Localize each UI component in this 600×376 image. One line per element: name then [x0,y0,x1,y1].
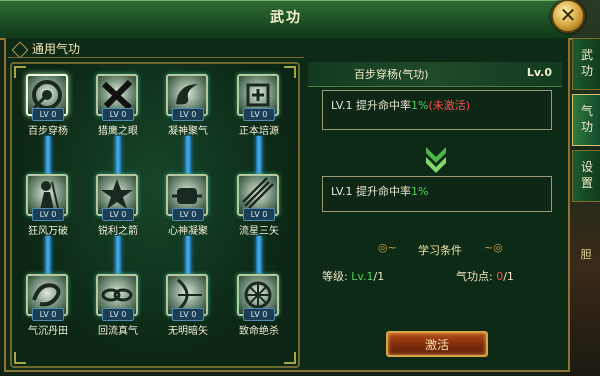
skill-name: 狂风万破 [28,226,68,237]
skill-slot-3[interactable]: LV 0 正本培源 [226,74,292,144]
close-button[interactable]: ✕ [551,0,585,33]
inactive-status: (未激活) [428,99,471,112]
level-requirement: 等级: Lv.1/1 [322,268,384,284]
skill-name: 百步穿杨 [28,126,68,137]
skill-name: 锐利之箭 [98,226,138,237]
skill-slot-1[interactable]: LV 0 猎鹰之眼 [85,74,151,144]
skill-level: LV 0 [102,208,134,221]
skill-slot-5[interactable]: LV 0 锐利之箭 [85,174,151,244]
level-req-value: Lv.1 [351,270,374,283]
close-icon: ✕ [559,3,577,27]
skill-slot-7[interactable]: LV 0 流星三矢 [226,174,292,244]
points-total: /1 [503,270,514,283]
skill-name: 正本培源 [239,126,279,137]
skill-level: LV 0 [32,108,64,121]
skill-slot-9[interactable]: LV 0 回流真气 [85,274,151,344]
upgrade-arrow-icon [426,147,446,173]
skill-level: LV 0 [102,308,134,321]
level-req-total: /1 [373,270,385,283]
game-window: 武功 ✕ 通用气功 LV 0 百步穿杨 LV 0 猎鹰之眼 LV 0 凝神聚气 … [0,0,600,376]
skill-level: LV 0 [172,308,204,321]
level-req-label: 等级: [322,270,348,283]
skill-slot-8[interactable]: LV 0 气沉丹田 [15,274,81,344]
effect-prefix: LV.1 提升命中率 [331,99,412,112]
swirl-ornament-icon: ~◎ [484,241,503,254]
detail-level: Lv.0 [526,66,552,79]
activate-button[interactable]: 激活 [386,331,488,357]
skill-name: 无明暗矢 [168,326,208,337]
tab-settings[interactable]: 设置 [572,150,600,202]
skill-name: 气沉丹田 [28,326,68,337]
tab-label: 气功 [580,104,593,134]
points-label: 气功点: [456,270,493,283]
section-header: 通用气功 [10,40,300,58]
side-decoration: 胆 [572,246,600,296]
points-requirement: 气功点: 0/1 [456,268,514,284]
skill-level: LV 0 [32,208,64,221]
section-title: 通用气功 [32,42,81,56]
skill-name: 猎鹰之眼 [98,126,138,137]
skill-level: LV 0 [243,108,275,121]
skill-slot-10[interactable]: LV 0 无明暗矢 [155,274,221,344]
tab-label: 武功 [580,48,593,78]
skill-name: 流星三矢 [239,226,279,237]
skill-level: LV 0 [172,208,204,221]
next-effect-text: LV.1 提升命中率1% [331,183,428,199]
skill-slot-11[interactable]: LV 0 致命绝杀 [226,274,292,344]
detail-header: 百步穿杨(气功) Lv.0 [308,62,562,87]
skill-name: 凝神聚气 [168,126,208,137]
effect-value: 1% [411,185,429,198]
skill-level: LV 0 [32,308,64,321]
skill-name: 回流真气 [98,326,138,337]
skill-slot-2[interactable]: LV 0 凝神聚气 [155,74,221,144]
skill-level: LV 0 [172,108,204,121]
current-effect-text: LV.1 提升命中率1%(未激活) [331,97,470,113]
corner-ornament [14,352,26,364]
skill-level: LV 0 [243,208,275,221]
skill-level: LV 0 [102,108,134,121]
skill-level: LV 0 [243,308,275,321]
skill-slot-4[interactable]: LV 0 狂风万破 [15,174,81,244]
ornament-icon [11,41,29,58]
skill-name: 致命绝杀 [239,326,279,337]
corner-ornament [284,352,296,364]
skill-slot-6[interactable]: LV 0 心神凝聚 [155,174,221,244]
window-title: 武功 [270,10,302,26]
current-effect-box: LV.1 提升命中率1%(未激活) [322,90,552,130]
tab-qigong[interactable]: 气功 [572,94,600,146]
detail-title: 百步穿杨(气功) [354,68,429,81]
next-effect-box: LV.1 提升命中率1% [322,176,552,212]
tab-martial-arts[interactable]: 武功 [572,38,600,90]
effect-value: 1% [411,99,429,112]
section-divider [8,57,304,58]
conditions-title: 学习条件 [418,244,462,257]
skill-name: 心神凝聚 [168,226,208,237]
side-decoration-label: 胆 [580,248,592,261]
skill-slot-0[interactable]: LV 0 百步穿杨 [15,74,81,144]
tab-label: 设置 [580,160,593,190]
effect-prefix: LV.1 提升命中率 [331,185,412,198]
